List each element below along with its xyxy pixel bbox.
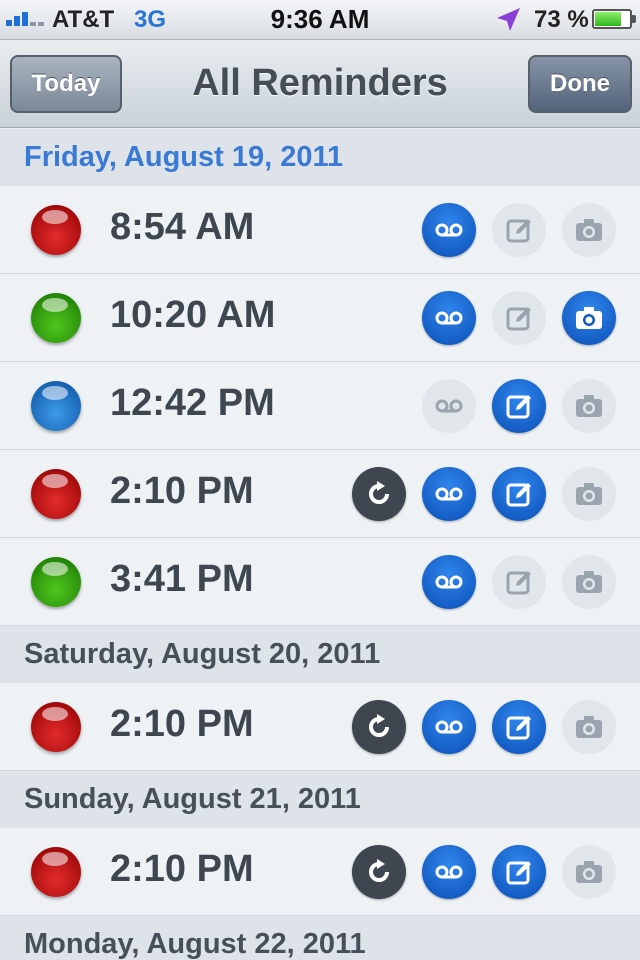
reminder-time: 2:10 PM — [110, 848, 254, 890]
section-header: Saturday, August 20, 2011 — [0, 626, 640, 683]
red-dot-icon — [31, 847, 81, 897]
edit-note-icon[interactable] — [492, 467, 546, 521]
reminder-row[interactable]: 12:42 PM — [0, 362, 640, 450]
camera-icon[interactable] — [562, 203, 616, 257]
red-dot-icon — [31, 702, 81, 752]
voicemail-icon[interactable] — [422, 291, 476, 345]
section-header: Monday, August 22, 2011 — [0, 916, 640, 960]
reminder-time: 10:20 AM — [110, 294, 276, 336]
voicemail-icon[interactable] — [422, 467, 476, 521]
reminder-time: 2:10 PM — [110, 470, 254, 512]
voicemail-icon[interactable] — [422, 203, 476, 257]
reminder-list: Friday, August 19, 2011 8:54 AM 10:20 AM 12… — [0, 129, 640, 960]
red-dot-icon — [31, 469, 81, 519]
done-button[interactable]: Done — [528, 55, 632, 113]
repeat-icon[interactable] — [352, 845, 406, 899]
edit-note-icon[interactable] — [492, 379, 546, 433]
reminder-row[interactable]: 2:10 PM — [0, 450, 640, 538]
battery-icon — [592, 9, 636, 29]
reminder-row[interactable]: 2:10 PM — [0, 828, 640, 916]
status-bar: AT&T 3G 9:36 AM 73 % — [0, 0, 640, 40]
reminder-row[interactable]: 10:20 AM — [0, 274, 640, 362]
camera-icon[interactable] — [562, 467, 616, 521]
voicemail-icon[interactable] — [422, 379, 476, 433]
voicemail-icon[interactable] — [422, 700, 476, 754]
navigation-bar: Today All Reminders Done — [0, 40, 640, 128]
section-header: Friday, August 19, 2011 — [0, 129, 640, 186]
section-header: Sunday, August 21, 2011 — [0, 771, 640, 828]
reminder-row[interactable]: 3:41 PM — [0, 538, 640, 626]
red-dot-icon — [31, 205, 81, 255]
green-dot-icon — [31, 557, 81, 607]
camera-icon[interactable] — [562, 379, 616, 433]
edit-note-icon[interactable] — [492, 291, 546, 345]
camera-icon[interactable] — [562, 700, 616, 754]
repeat-icon[interactable] — [352, 700, 406, 754]
reminder-row[interactable]: 8:54 AM — [0, 186, 640, 274]
voicemail-icon[interactable] — [422, 845, 476, 899]
blue-dot-icon — [31, 381, 81, 431]
location-arrow-icon — [497, 8, 520, 31]
reminder-time: 2:10 PM — [110, 703, 254, 745]
reminder-time: 12:42 PM — [110, 382, 275, 424]
battery-fill — [595, 12, 622, 26]
battery-percent: 73 % — [534, 6, 589, 33]
reminder-time: 8:54 AM — [110, 206, 255, 248]
reminder-row[interactable]: 2:10 PM — [0, 683, 640, 771]
edit-note-icon[interactable] — [492, 845, 546, 899]
edit-note-icon[interactable] — [492, 700, 546, 754]
edit-note-icon[interactable] — [492, 555, 546, 609]
camera-icon[interactable] — [562, 291, 616, 345]
green-dot-icon — [31, 293, 81, 343]
camera-icon[interactable] — [562, 845, 616, 899]
reminder-time: 3:41 PM — [110, 558, 254, 600]
camera-icon[interactable] — [562, 555, 616, 609]
voicemail-icon[interactable] — [422, 555, 476, 609]
edit-note-icon[interactable] — [492, 203, 546, 257]
repeat-icon[interactable] — [352, 467, 406, 521]
